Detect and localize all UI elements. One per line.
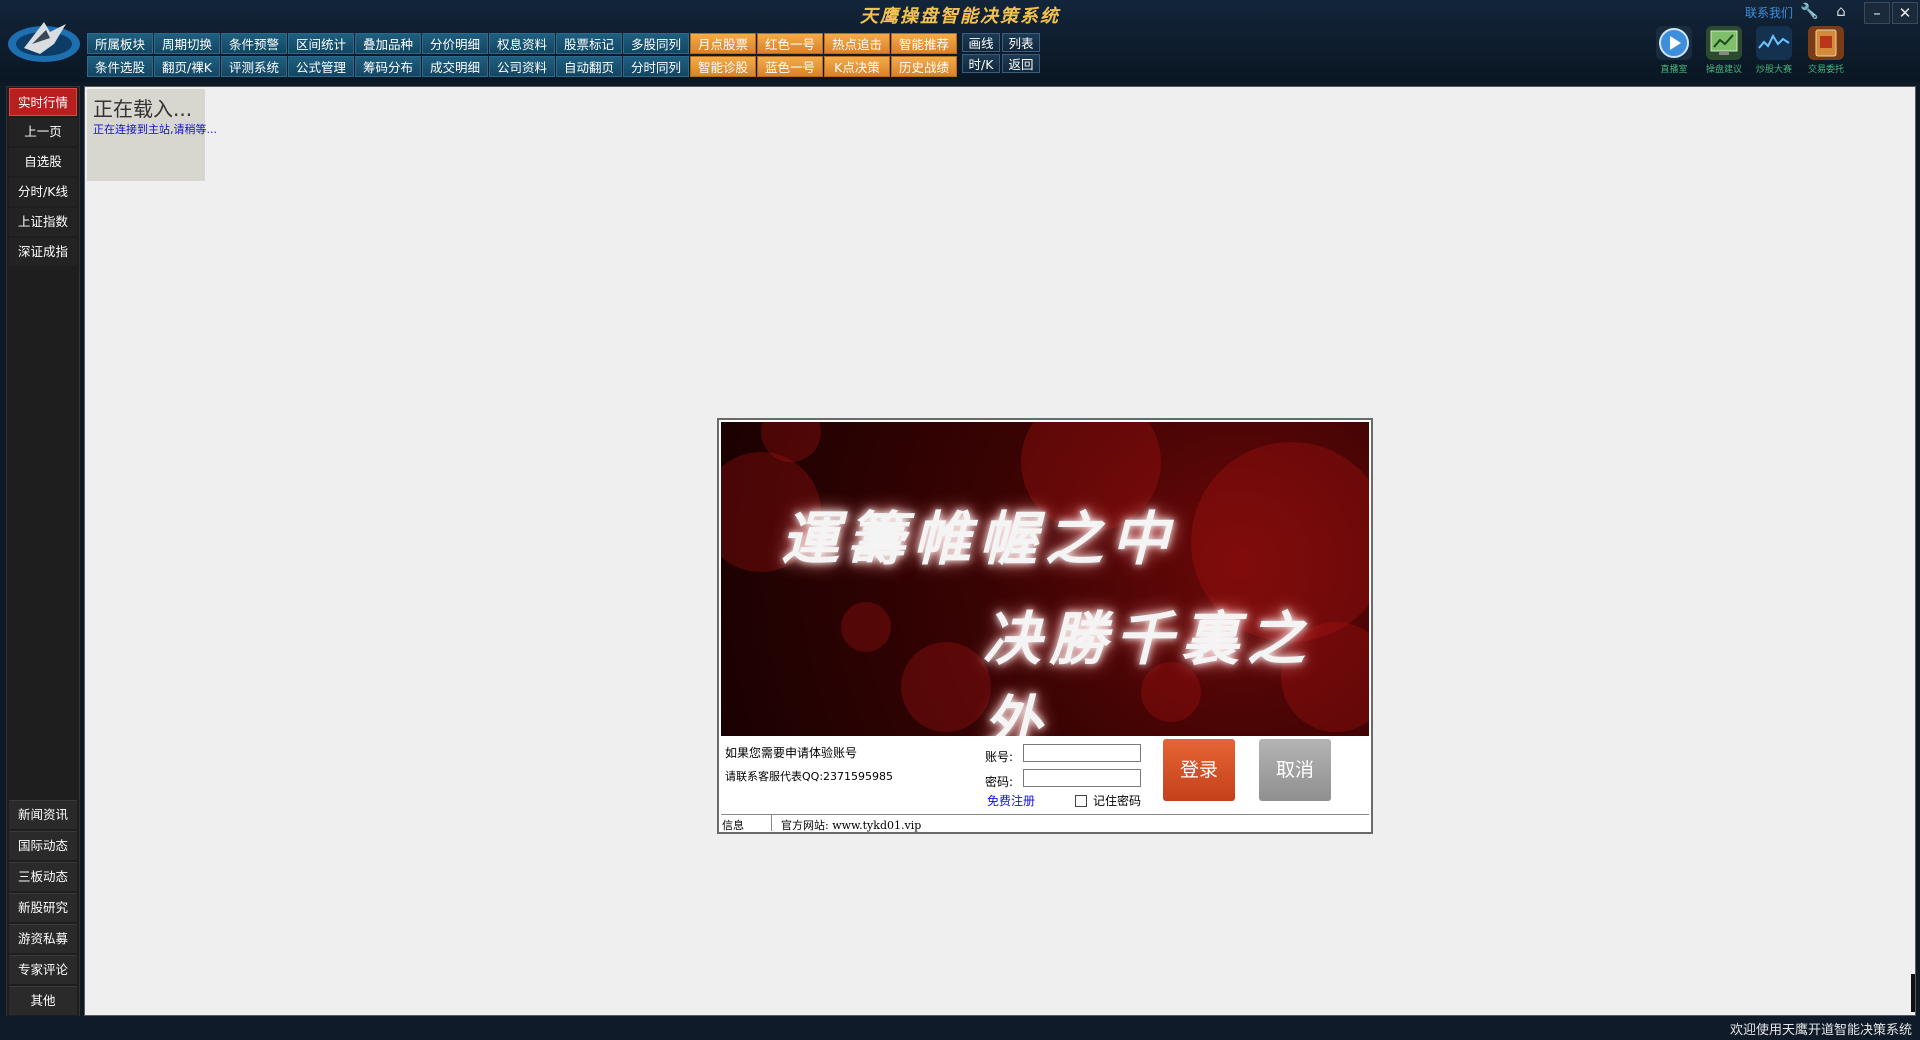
account-input[interactable] xyxy=(1023,744,1141,762)
loading-subtitle: 正在连接到主站,请稍等... xyxy=(93,123,217,136)
sidebar-item-bottom-7[interactable]: 其他 xyxy=(9,986,77,1015)
toolbar-button-r2-13[interactable]: 历史战绩 xyxy=(891,56,957,77)
official-website-text: 官方网站: www.tykd01.vip xyxy=(781,819,922,832)
entrust-book-icon xyxy=(1808,26,1844,60)
toolbar-button-r2-8[interactable]: 自动翻页 xyxy=(556,56,622,77)
top-bar: 天鹰操盘智能决策系统 联系我们 🔧 ⌂ – ✕ 所属板块 周期切换 条件预警 区间统计… xyxy=(0,0,1920,82)
draw-line-button[interactable]: 画线 xyxy=(962,33,1000,52)
toolbar-button-r1-12[interactable]: 热点追击 xyxy=(824,33,890,54)
toolbar-button-r2-6[interactable]: 成交明细 xyxy=(422,56,488,77)
stock-contest-label: 炒股大赛 xyxy=(1755,65,1792,75)
toolbar-button-r1-3[interactable]: 条件预警 xyxy=(221,33,287,54)
live-room-label: 直播室 xyxy=(1660,65,1688,75)
close-button[interactable]: ✕ xyxy=(1892,2,1918,24)
toolbar-button-r1-5[interactable]: 叠加品种 xyxy=(355,33,421,54)
cancel-button[interactable]: 取消 xyxy=(1259,739,1331,801)
list-button[interactable]: 列表 xyxy=(1002,33,1040,52)
toolbar-button-r1-6[interactable]: 分价明细 xyxy=(422,33,488,54)
welcome-message: 欢迎使用天鹰开道智能决策系统 xyxy=(1729,1023,1912,1038)
status-footer: 欢迎使用天鹰开道智能决策系统 xyxy=(0,1016,1920,1040)
remember-password-checkbox[interactable] xyxy=(1075,794,1087,807)
password-label: 密码: xyxy=(985,775,1014,789)
toolbar-button-r2-10[interactable]: 智能诊股 xyxy=(690,56,756,77)
dialog-status-bar: 信息 官方网站: www.tykd01.vip xyxy=(721,814,1369,832)
sidebar-item-top-6[interactable]: 深证成指 xyxy=(9,238,77,266)
sidebar-item-top-4[interactable]: 分时/K线 xyxy=(9,178,77,206)
home-icon[interactable]: ⌂ xyxy=(1832,2,1850,20)
toolbar-button-r1-13[interactable]: 智能推荐 xyxy=(891,33,957,54)
sidebar-item-bottom-2[interactable]: 国际动态 xyxy=(9,831,77,860)
toolbar-button-r2-1[interactable]: 条件选股 xyxy=(87,56,153,77)
status-divider xyxy=(771,815,772,831)
toolbar-button-r1-10[interactable]: 月点股票 xyxy=(690,33,756,54)
toolbar-button-r1-9[interactable]: 多股同列 xyxy=(623,33,689,54)
sidebar-item-top-5[interactable]: 上证指数 xyxy=(9,208,77,236)
stock-contest-tool[interactable]: 炒股大赛 xyxy=(1748,26,1800,78)
toolbar-button-r1-7[interactable]: 权息资料 xyxy=(489,33,555,54)
view-toolbar: 画线 列表 时/K 返回 xyxy=(962,33,1040,73)
toolbar-button-r2-9[interactable]: 分时同列 xyxy=(623,56,689,77)
play-icon xyxy=(1656,26,1692,60)
trading-advice-label: 操盘建议 xyxy=(1705,65,1742,75)
main-panel: 正在载入... 正在连接到主站,请稍等... 運籌帷幄之中 决勝千裏之外 如果您… xyxy=(84,86,1916,1016)
sidebar-item-bottom-4[interactable]: 新股研究 xyxy=(9,893,77,922)
remember-password-option[interactable]: 记住密码 xyxy=(1075,792,1141,809)
sidebar-item-bottom-5[interactable]: 游资私募 xyxy=(9,924,77,953)
wrench-icon[interactable]: 🔧 xyxy=(1800,2,1819,20)
toolbar-button-r2-2[interactable]: 翻页/裸K xyxy=(154,56,220,77)
login-dialog: 運籌帷幄之中 决勝千裏之外 如果您需要申请体验账号 请联系客服代表QQ:2371… xyxy=(717,418,1373,834)
live-room-tool[interactable]: 直播室 xyxy=(1648,26,1700,78)
back-button[interactable]: 返回 xyxy=(1002,54,1040,73)
toolbar-button-r2-11[interactable]: 蓝色一号 xyxy=(757,56,823,77)
app-title: 天鹰操盘智能决策系统 xyxy=(860,6,1060,27)
contact-us-link[interactable]: 联系我们 xyxy=(1745,4,1793,21)
sidebar-item-bottom-1[interactable]: 新闻资讯 xyxy=(9,800,77,829)
minimize-button[interactable]: – xyxy=(1864,2,1890,24)
account-label: 账号: xyxy=(985,750,1014,764)
customer-service-qq: 请联系客服代表QQ:2371595985 xyxy=(725,770,894,783)
function-toolbar: 所属板块 周期切换 条件预警 区间统计 叠加品种 分价明细 权息资料 股票标记 多股同列 月点股票… xyxy=(87,33,957,77)
loading-panel: 正在载入... 正在连接到主站,请稍等... xyxy=(87,89,217,181)
login-button[interactable]: 登录 xyxy=(1163,739,1235,801)
toolbar-button-r1-11[interactable]: 红色一号 xyxy=(757,33,823,54)
trading-advice-tool[interactable]: 操盘建议 xyxy=(1698,26,1750,78)
wave-chart-icon xyxy=(1756,26,1792,60)
toolbar-button-r1-4[interactable]: 区间统计 xyxy=(288,33,354,54)
toolbar-button-r2-12[interactable]: K点决策 xyxy=(824,56,890,77)
time-k-toggle-button[interactable]: 时/K xyxy=(962,54,1000,73)
slogan-line-1: 運籌帷幄之中 xyxy=(781,505,1178,573)
monitor-chart-icon xyxy=(1706,26,1742,60)
password-input[interactable] xyxy=(1023,769,1141,787)
toolbar-button-r2-7[interactable]: 公司资料 xyxy=(489,56,555,77)
left-sidebar: 实时行情 上一页 自选股 分时/K线 上证指数 深证成指 新闻资讯 国际动态 三板动态 新股研究… xyxy=(6,86,80,1018)
status-label: 信息 xyxy=(722,819,744,832)
toolbar-button-r2-3[interactable]: 评测系统 xyxy=(221,56,287,77)
trial-account-info: 如果您需要申请体验账号 xyxy=(725,746,858,760)
sidebar-item-bottom-6[interactable]: 专家评论 xyxy=(9,955,77,984)
sidebar-item-bottom-3[interactable]: 三板动态 xyxy=(9,862,77,891)
slogan-line-2: 决勝千裏之外 xyxy=(983,605,1314,736)
sidebar-item-top-3[interactable]: 自选股 xyxy=(9,148,77,176)
sidebar-item-top-1[interactable]: 实时行情 xyxy=(9,88,77,116)
slogan-banner: 運籌帷幄之中 决勝千裏之外 xyxy=(721,422,1369,736)
trade-entrust-label: 交易委托 xyxy=(1807,65,1844,75)
toolbar-button-r2-4[interactable]: 公式管理 xyxy=(288,56,354,77)
loading-title: 正在载入... xyxy=(93,97,193,121)
toolbar-button-r1-1[interactable]: 所属板块 xyxy=(87,33,153,54)
toolbar-button-r2-5[interactable]: 筹码分布 xyxy=(355,56,421,77)
free-register-link[interactable]: 免费注册 xyxy=(987,792,1035,809)
toolbar-button-r1-2[interactable]: 周期切换 xyxy=(154,33,220,54)
remember-password-label: 记住密码 xyxy=(1093,794,1142,808)
eagle-logo xyxy=(4,14,82,66)
sidebar-item-top-2[interactable]: 上一页 xyxy=(9,118,77,146)
trade-entrust-tool[interactable]: 交易委托 xyxy=(1800,26,1852,78)
toolbar-button-r1-8[interactable]: 股票标记 xyxy=(556,33,622,54)
scrollbar-thumb[interactable] xyxy=(1911,974,1915,1012)
